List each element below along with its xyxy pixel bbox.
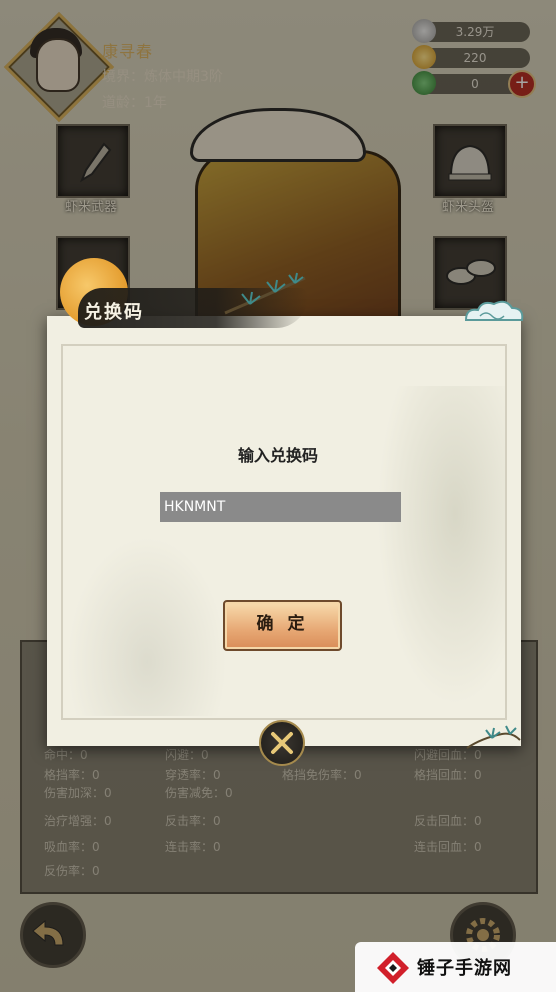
dialog-title-badge: 兑换码 [60, 258, 320, 333]
plant-ornament-icon [466, 725, 521, 749]
cloud-ornament-icon [464, 300, 524, 321]
watermark-logo: 锤子手游网 [355, 942, 556, 992]
confirm-button[interactable]: 确 定 [223, 600, 342, 651]
redeem-code-input[interactable] [160, 492, 401, 522]
dialog-inner-border [61, 344, 507, 720]
watermark-text: 锤子手游网 [417, 958, 512, 979]
hammer-logo-icon [377, 952, 409, 984]
redeem-code-prompt: 输入兑换码 [237, 446, 318, 465]
pine-branch-icon [224, 272, 306, 315]
redeem-code-dialog [47, 316, 521, 746]
close-icon [271, 732, 293, 754]
close-button[interactable] [259, 720, 305, 766]
dialog-title: 兑换码 [84, 302, 144, 323]
